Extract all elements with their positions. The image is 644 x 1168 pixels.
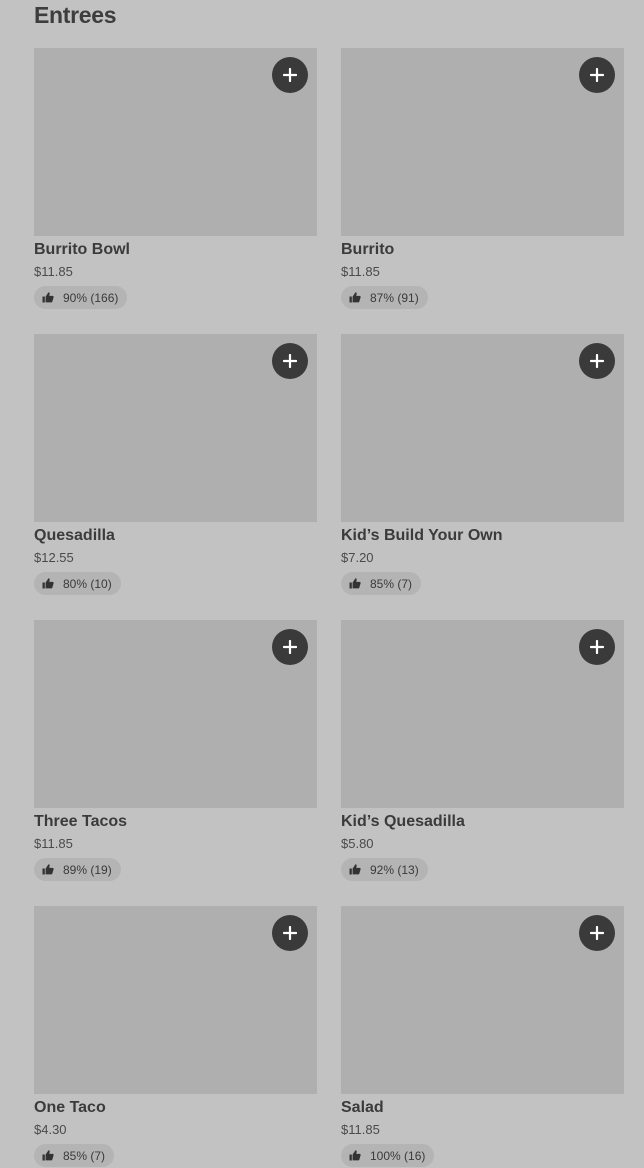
item-name[interactable]: Salad [341, 1098, 624, 1118]
item-image-placeholder[interactable] [341, 906, 624, 1094]
rating-badge: 89% (19) [34, 858, 121, 881]
plus-icon [283, 68, 297, 82]
add-to-cart-button[interactable] [579, 343, 615, 379]
plus-icon [590, 640, 604, 654]
rating-badge: 90% (166) [34, 286, 128, 309]
rating-badge: 85% (7) [34, 1144, 115, 1167]
item-image-placeholder[interactable] [341, 620, 624, 808]
item-price: $5.80 [341, 836, 374, 851]
item-image-placeholder[interactable] [34, 906, 317, 1094]
add-to-cart-button[interactable] [272, 57, 308, 93]
rating-text: 100% (16) [370, 1148, 426, 1163]
plus-icon [590, 354, 604, 368]
rating-text: 85% (7) [370, 576, 413, 591]
item-price: $11.85 [34, 836, 73, 851]
menu-item-card[interactable]: Burrito $11.85 87% (91) [341, 48, 624, 310]
item-image-placeholder[interactable] [34, 334, 317, 522]
thumbs-up-icon [349, 578, 361, 589]
menu-grid: Burrito Bowl $11.85 90% (166) Burrito $1… [34, 48, 624, 1168]
menu-item-card[interactable]: Three Tacos $11.85 89% (19) [34, 620, 317, 882]
plus-icon [590, 68, 604, 82]
rating-text: 89% (19) [63, 862, 112, 877]
item-price: $11.85 [341, 264, 380, 279]
item-image-placeholder[interactable] [341, 334, 624, 522]
item-price: $11.85 [341, 1122, 380, 1137]
item-price: $7.20 [341, 550, 374, 565]
thumbs-up-icon [42, 864, 54, 875]
rating-badge: 85% (7) [341, 572, 422, 595]
thumbs-up-icon [42, 578, 54, 589]
item-name[interactable]: Kid’s Quesadilla [341, 812, 624, 832]
menu-item-card[interactable]: Burrito Bowl $11.85 90% (166) [34, 48, 317, 310]
add-to-cart-button[interactable] [579, 629, 615, 665]
item-name[interactable]: Quesadilla [34, 526, 317, 546]
thumbs-up-icon [42, 1150, 54, 1161]
add-to-cart-button[interactable] [579, 57, 615, 93]
item-price: $12.55 [34, 550, 74, 565]
item-name[interactable]: Burrito [341, 240, 624, 260]
thumbs-up-icon [349, 1150, 361, 1161]
item-image-placeholder[interactable] [341, 48, 624, 236]
rating-badge: 87% (91) [341, 286, 428, 309]
rating-badge: 92% (13) [341, 858, 428, 881]
item-name[interactable]: Kid’s Build Your Own [341, 526, 624, 546]
menu-item-card[interactable]: Kid’s Quesadilla $5.80 92% (13) [341, 620, 624, 882]
add-to-cart-button[interactable] [272, 629, 308, 665]
rating-text: 80% (10) [63, 576, 112, 591]
menu-item-card[interactable]: One Taco $4.30 85% (7) [34, 906, 317, 1168]
item-price: $11.85 [34, 264, 73, 279]
item-name[interactable]: One Taco [34, 1098, 317, 1118]
plus-icon [590, 926, 604, 940]
thumbs-up-icon [349, 864, 361, 875]
add-to-cart-button[interactable] [579, 915, 615, 951]
section-title: Entrees [34, 2, 117, 28]
rating-text: 87% (91) [370, 290, 419, 305]
rating-text: 92% (13) [370, 862, 419, 877]
rating-badge: 80% (10) [34, 572, 121, 595]
add-to-cart-button[interactable] [272, 915, 308, 951]
rating-text: 85% (7) [63, 1148, 106, 1163]
plus-icon [283, 640, 297, 654]
plus-icon [283, 354, 297, 368]
menu-item-card[interactable]: Salad $11.85 100% (16) [341, 906, 624, 1168]
add-to-cart-button[interactable] [272, 343, 308, 379]
rating-badge: 100% (16) [341, 1144, 435, 1167]
menu-item-card[interactable]: Kid’s Build Your Own $7.20 85% (7) [341, 334, 624, 596]
item-image-placeholder[interactable] [34, 620, 317, 808]
menu-item-card[interactable]: Quesadilla $12.55 80% (10) [34, 334, 317, 596]
thumbs-up-icon [42, 292, 54, 303]
plus-icon [283, 926, 297, 940]
item-name[interactable]: Three Tacos [34, 812, 317, 832]
item-name[interactable]: Burrito Bowl [34, 240, 317, 260]
item-image-placeholder[interactable] [34, 48, 317, 236]
thumbs-up-icon [349, 292, 361, 303]
item-price: $4.30 [34, 1122, 67, 1137]
rating-text: 90% (166) [63, 290, 119, 305]
